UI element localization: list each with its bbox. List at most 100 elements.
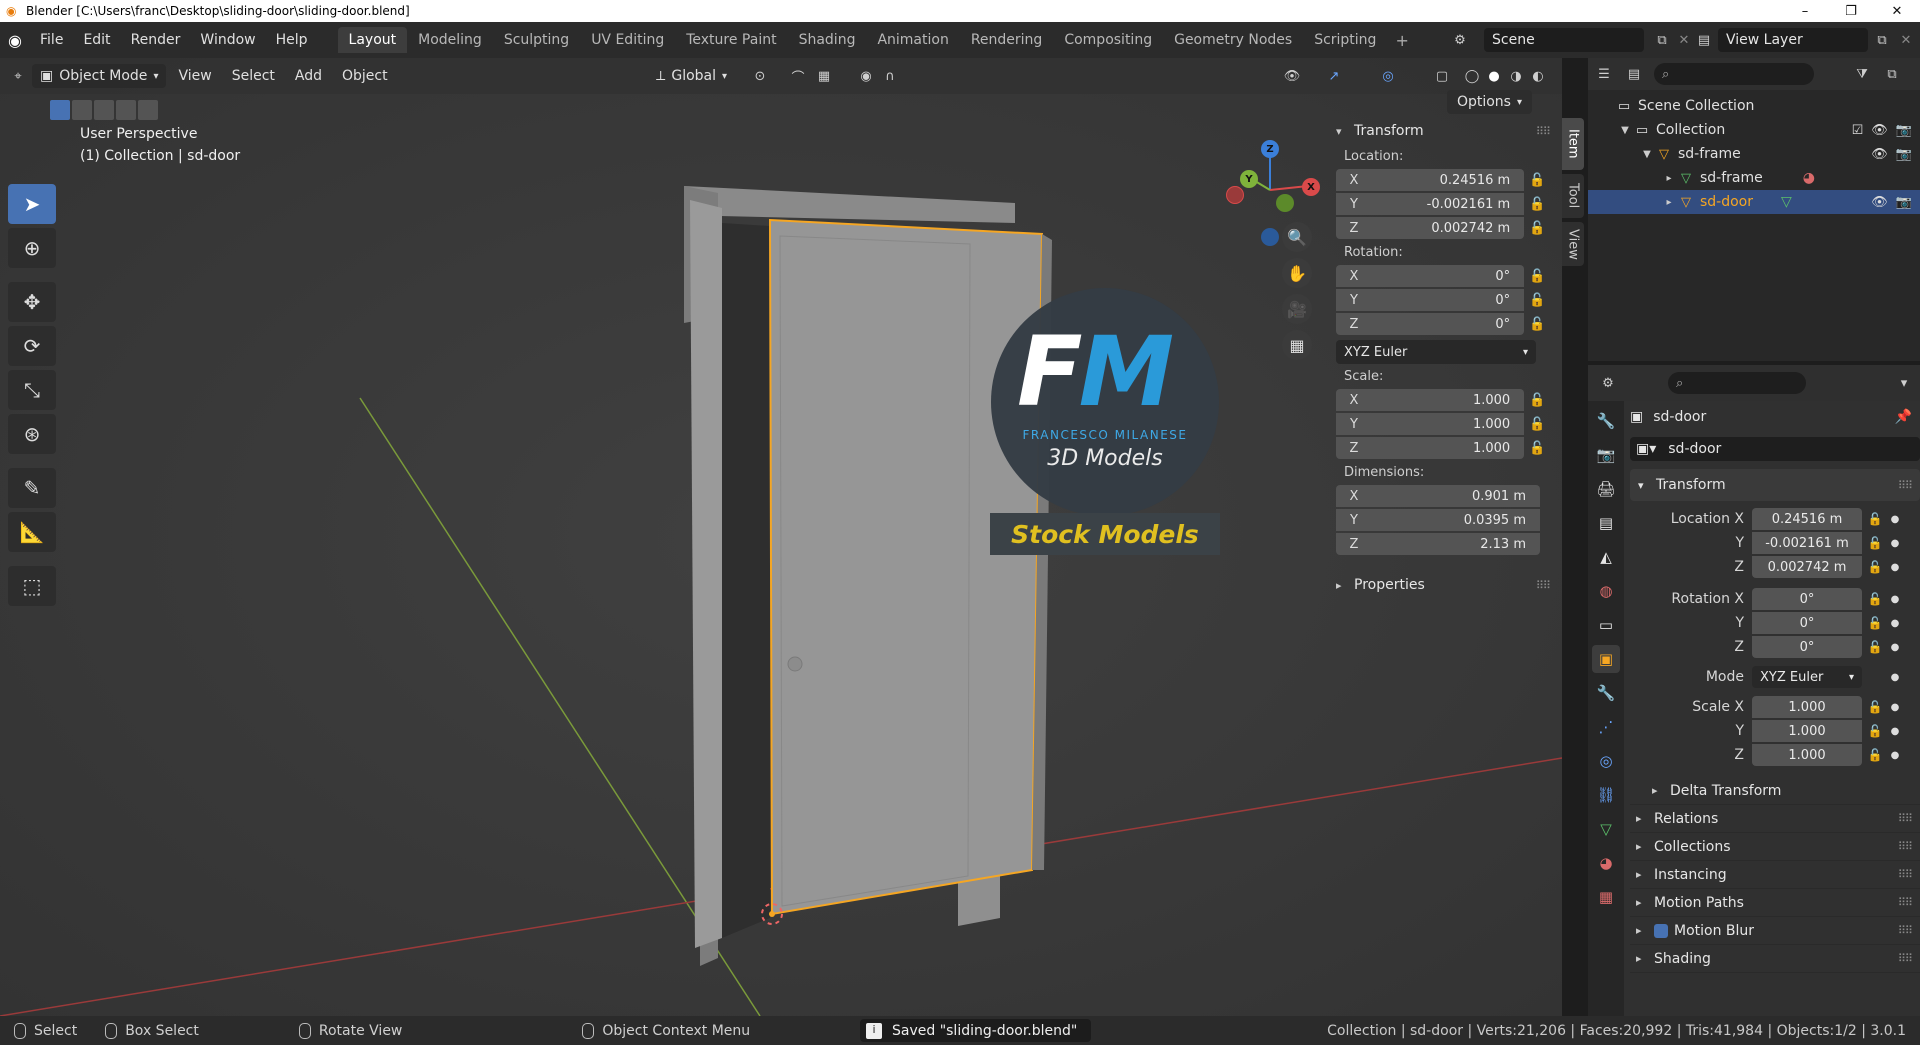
add-workspace-button[interactable]: + xyxy=(1387,31,1416,50)
snap-icon[interactable]: ⌒ xyxy=(788,66,808,86)
camera-icon[interactable]: 📷 xyxy=(1896,147,1912,162)
drag-handle-icon[interactable]: ⠿⠿ xyxy=(1898,896,1913,909)
keyframe-dot-icon[interactable]: ● xyxy=(1888,538,1902,549)
transform-tool[interactable]: ⊛ xyxy=(8,414,56,454)
rotation-x-input[interactable]: 0° xyxy=(1752,588,1862,610)
zoom-icon[interactable]: 🔍 xyxy=(1282,222,1312,252)
select-extend-icon[interactable] xyxy=(72,100,92,120)
object-properties-icon[interactable]: ▣ xyxy=(1592,645,1620,673)
restore-button[interactable]: ❐ xyxy=(1828,0,1874,22)
eye-icon[interactable]: 👁 xyxy=(1871,147,1888,162)
view-layer-field[interactable]: View Layer xyxy=(1718,28,1868,52)
camera-view-icon[interactable]: 🎥 xyxy=(1282,294,1312,324)
falloff-icon[interactable]: ∩ xyxy=(880,66,900,86)
select-invert-icon[interactable] xyxy=(116,100,136,120)
render-properties-icon[interactable]: 📷 xyxy=(1592,441,1620,469)
editor-type-icon[interactable]: ⌖ xyxy=(8,66,28,86)
mode-selector[interactable]: ▣ Object Mode ▾ xyxy=(32,64,167,88)
lock-icon[interactable]: 🔓 xyxy=(1524,221,1550,236)
dimensions-z-field[interactable]: Z 2.13 m xyxy=(1336,533,1540,555)
proportional-editing-icon[interactable]: ◉ xyxy=(856,66,876,86)
pan-hand-icon[interactable]: ✋ xyxy=(1282,258,1312,288)
modifier-properties-icon[interactable]: 🔧 xyxy=(1592,679,1620,707)
rotation-mode-dropdown[interactable]: XYZ Euler ▾ xyxy=(1752,666,1862,688)
location-y-field[interactable]: Y -0.002161 m xyxy=(1336,193,1525,215)
tab-item[interactable]: Item xyxy=(1562,118,1584,170)
particles-properties-icon[interactable]: ⋰ xyxy=(1592,713,1620,741)
instancing-panel[interactable]: ▸ Instancing ⠿⠿ xyxy=(1630,861,1920,889)
location-x-input[interactable]: 0.24516 m xyxy=(1752,508,1862,530)
chevron-down-icon[interactable]: ▾ xyxy=(1894,373,1914,393)
select-box-tool[interactable]: ➤ xyxy=(8,184,56,224)
gizmo-z-icon[interactable]: Z xyxy=(1261,140,1279,158)
outliner-row-sd-door[interactable]: ▸ ▽ sd-door ▽ 👁 📷 xyxy=(1588,190,1920,214)
view-layer-selector-icon[interactable]: ▤ xyxy=(1694,30,1714,50)
scale-z-field[interactable]: Z 1.000 xyxy=(1336,437,1525,459)
checkbox-icon[interactable] xyxy=(1654,923,1668,938)
transform-section-header[interactable]: ▾ Transform ⠿⠿ xyxy=(1630,469,1920,501)
keyframe-dot-icon[interactable]: ● xyxy=(1888,562,1902,573)
xray-icon[interactable]: ▢ xyxy=(1432,66,1452,86)
menu-file[interactable]: File xyxy=(30,32,73,48)
lock-icon[interactable]: 🔓 xyxy=(1862,560,1888,574)
constraints-properties-icon[interactable]: ⛓ xyxy=(1592,781,1620,809)
lock-icon[interactable]: 🔓 xyxy=(1524,269,1550,284)
lock-icon[interactable]: 🔓 xyxy=(1862,640,1888,654)
lock-icon[interactable]: 🔓 xyxy=(1862,724,1888,738)
tab-compositing[interactable]: Compositing xyxy=(1053,27,1163,53)
new-scene-icon[interactable]: ⧉ xyxy=(1652,30,1672,50)
keyframe-dot-icon[interactable]: ● xyxy=(1888,514,1902,525)
tab-rendering[interactable]: Rendering xyxy=(960,27,1054,53)
world-properties-icon[interactable]: ◍ xyxy=(1592,577,1620,605)
drag-handle-icon[interactable]: ⠿⠿ xyxy=(1898,924,1913,937)
gizmo-neg-z-icon[interactable] xyxy=(1261,228,1279,246)
select-subtract-icon[interactable] xyxy=(94,100,114,120)
lock-icon[interactable]: 🔓 xyxy=(1524,317,1550,332)
location-z-field[interactable]: Z 0.002742 m xyxy=(1336,217,1525,239)
scene-name-field[interactable]: Scene xyxy=(1484,28,1644,52)
keyframe-dot-icon[interactable]: ● xyxy=(1888,672,1902,683)
tab-sculpting[interactable]: Sculpting xyxy=(493,27,580,53)
transform-orientation-selector[interactable]: ⟂ Global ▾ xyxy=(648,64,735,88)
rendered-shading-icon[interactable]: ◐ xyxy=(1528,66,1548,86)
tab-view[interactable]: View xyxy=(1562,222,1584,266)
select-new-icon[interactable] xyxy=(50,100,70,120)
lock-icon[interactable]: 🔓 xyxy=(1862,512,1888,526)
collection-properties-icon[interactable]: ▭ xyxy=(1592,611,1620,639)
camera-icon[interactable]: 📷 xyxy=(1896,195,1912,210)
annotate-tool[interactable]: ✎ xyxy=(8,468,56,508)
location-y-input[interactable]: -0.002161 m xyxy=(1752,532,1862,554)
menu-select[interactable]: Select xyxy=(224,64,283,88)
keyframe-dot-icon[interactable]: ● xyxy=(1888,594,1902,605)
keyframe-dot-icon[interactable]: ● xyxy=(1888,702,1902,713)
motion-blur-panel[interactable]: ▸ Motion Blur ⠿⠿ xyxy=(1630,917,1920,945)
cursor-tool[interactable]: ⊕ xyxy=(8,228,56,268)
drag-handle-icon[interactable]: ⠿⠿ xyxy=(1536,579,1551,592)
menu-render[interactable]: Render xyxy=(121,32,191,48)
menu-help[interactable]: Help xyxy=(266,32,318,48)
tab-animation[interactable]: Animation xyxy=(866,27,959,53)
lock-icon[interactable]: 🔓 xyxy=(1524,293,1550,308)
gizmo-neg-y-icon[interactable] xyxy=(1276,194,1294,212)
outliner-row-scene-collection[interactable]: ▭ Scene Collection xyxy=(1588,94,1920,118)
scale-y-field[interactable]: Y 1.000 xyxy=(1336,413,1525,435)
rotation-y-field[interactable]: Y 0° xyxy=(1336,289,1525,311)
transform-panel-header[interactable]: ▾ Transform ⠿⠿ xyxy=(1336,118,1551,144)
location-z-input[interactable]: 0.002742 m xyxy=(1752,556,1862,578)
scale-x-field[interactable]: X 1.000 xyxy=(1336,389,1525,411)
gizmo-toggle-icon[interactable]: ↗ xyxy=(1324,66,1344,86)
tab-modeling[interactable]: Modeling xyxy=(407,27,493,53)
drag-handle-icon[interactable]: ⠿⠿ xyxy=(1898,479,1913,492)
scene-selector-icon[interactable]: ⚙ xyxy=(1450,30,1470,50)
expand-triangle-icon[interactable]: ▼ xyxy=(1640,149,1654,160)
editor-type-icon[interactable]: ⚙ xyxy=(1598,373,1618,393)
gizmo-neg-x-icon[interactable] xyxy=(1226,186,1244,204)
rotation-z-field[interactable]: Z 0° xyxy=(1336,313,1525,335)
drag-handle-icon[interactable]: ⠿⠿ xyxy=(1536,125,1551,138)
tab-texture-paint[interactable]: Texture Paint xyxy=(675,27,787,53)
checkbox-icon[interactable]: ☑ xyxy=(1852,123,1864,138)
new-collection-icon[interactable]: ⧉ xyxy=(1882,64,1902,84)
gizmo-x-icon[interactable]: X xyxy=(1302,178,1320,196)
move-tool[interactable]: ✥ xyxy=(8,282,56,322)
remove-scene-icon[interactable]: ✕ xyxy=(1674,30,1694,50)
